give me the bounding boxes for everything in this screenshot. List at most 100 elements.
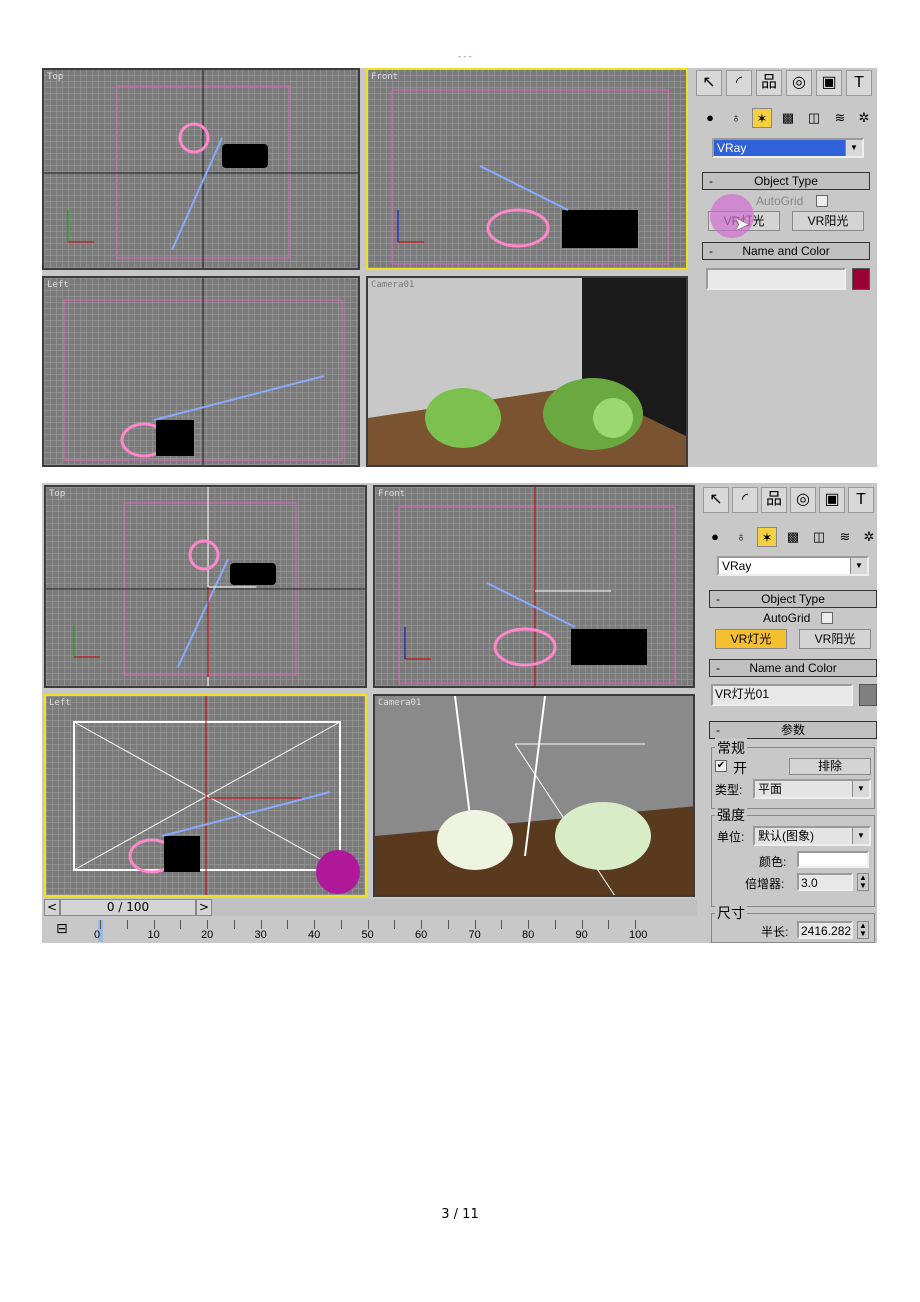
track-tick xyxy=(501,920,503,929)
motion-tab-icon[interactable]: ◎ xyxy=(786,70,812,96)
viewport-camera[interactable]: Camera01 xyxy=(366,276,688,467)
track-tick-label: 90 xyxy=(575,929,588,941)
track-tick-label: 50 xyxy=(361,929,374,941)
object-name-field[interactable]: VR灯光01 xyxy=(711,684,853,706)
key-mode-icon[interactable]: ⊟ xyxy=(56,921,68,937)
track-tick xyxy=(207,920,208,929)
motion-tab-icon[interactable]: ◎ xyxy=(790,487,816,513)
shapes-icon[interactable]: ♁ xyxy=(731,527,751,547)
lights-icon[interactable]: ✶ xyxy=(757,527,777,547)
display-tab-icon[interactable]: ▣ xyxy=(816,70,842,96)
exclude-button[interactable]: 排除 xyxy=(789,758,871,775)
time-slider-thumb[interactable]: 0 / 100 xyxy=(60,899,196,916)
autogrid-label: AutoGrid xyxy=(763,611,811,625)
viewport-left[interactable]: Left xyxy=(42,276,360,467)
track-bar[interactable]: ⊟ 0 10 20 30 40 50 60 70 80 90 100 xyxy=(44,918,697,943)
time-slider[interactable]: < 0 / 100 > xyxy=(44,899,697,916)
cameras-icon[interactable]: ▩ xyxy=(783,527,803,547)
color-swatch[interactable] xyxy=(859,684,877,706)
camera-render xyxy=(375,696,693,895)
autogrid-checkbox[interactable] xyxy=(816,195,828,207)
size-label: 尺寸 xyxy=(715,903,747,923)
page-number: 3 / 11 xyxy=(441,1207,479,1222)
light-color-swatch[interactable] xyxy=(797,851,869,868)
viewport-left[interactable]: Left xyxy=(44,694,367,897)
viewport-label: Top xyxy=(47,72,64,82)
viewport-label: Left xyxy=(49,698,71,708)
multiplier-field[interactable]: 3.0 xyxy=(797,873,853,891)
hierarchy-tab-icon[interactable]: 品 xyxy=(761,487,787,513)
track-tick-label: 70 xyxy=(468,929,481,941)
vr-sun-button[interactable]: VR阳光 xyxy=(792,211,864,231)
utilities-tab-icon[interactable]: T xyxy=(848,487,874,513)
screenshot-1: Top Front Left Camera01 ↖ ◜ 品 ◎ ▣ T ● ♁ … xyxy=(42,68,877,467)
renderer-dropdown[interactable]: VRay ▼ xyxy=(717,556,869,576)
prev-label: < xyxy=(46,900,58,914)
units-dropdown[interactable]: 默认(图象) ▼ xyxy=(753,826,871,846)
color-swatch[interactable] xyxy=(852,268,870,290)
utilities-tab-icon[interactable]: T xyxy=(846,70,872,96)
on-checkbox[interactable]: ✔ xyxy=(715,760,727,772)
lights-icon[interactable]: ✶ xyxy=(752,108,772,128)
left-view-scene xyxy=(63,278,343,465)
autogrid-checkbox[interactable] xyxy=(821,612,833,624)
object-type-rollout[interactable]: - Object Type xyxy=(709,590,877,608)
name-color-rollout[interactable]: - Name and Color xyxy=(709,659,877,677)
viewport-front[interactable]: Front xyxy=(366,68,688,270)
track-tick xyxy=(233,920,235,929)
shapes-icon[interactable]: ♁ xyxy=(726,108,746,128)
viewport-top[interactable]: Top xyxy=(44,485,367,688)
vr-light-button[interactable]: VR灯光 xyxy=(715,629,787,649)
viewport-top[interactable]: Top xyxy=(42,68,360,270)
rollout-title: Object Type xyxy=(754,174,818,188)
time-next-button[interactable]: > xyxy=(196,899,212,916)
chevron-down-icon[interactable]: ▼ xyxy=(850,558,867,574)
track-tick xyxy=(447,920,449,929)
command-panel: ↖ ◜ 品 ◎ ▣ T ● ♁ ✶ ▩ ◫ ≋ ✲ VRay ▼ - Object … xyxy=(694,68,877,467)
display-tab-icon[interactable]: ▣ xyxy=(819,487,845,513)
half-length-spinner[interactable]: ▲ ▼ xyxy=(857,921,869,939)
modify-tab-icon[interactable]: ◜ xyxy=(726,70,752,96)
units-value: 默认(图象) xyxy=(758,829,814,843)
top-view-scene xyxy=(44,70,358,268)
cameras-icon[interactable]: ▩ xyxy=(778,108,798,128)
type-dropdown[interactable]: 平面 ▼ xyxy=(753,779,871,799)
spacewarps-icon[interactable]: ≋ xyxy=(830,108,850,128)
rollout-title: Object Type xyxy=(761,592,825,606)
modify-tab-icon[interactable]: ◜ xyxy=(732,487,758,513)
track-tick xyxy=(367,920,369,929)
geometry-icon[interactable]: ● xyxy=(705,527,725,547)
name-color-rollout[interactable]: - Name and Color xyxy=(702,242,870,260)
vr-sun-button[interactable]: VR阳光 xyxy=(799,629,871,649)
object-type-rollout[interactable]: - Object Type xyxy=(702,172,870,190)
systems-icon[interactable]: ✲ xyxy=(854,108,874,128)
viewport-label: Top xyxy=(49,489,66,499)
geometry-icon[interactable]: ● xyxy=(700,108,720,128)
helpers-icon[interactable]: ◫ xyxy=(809,527,829,547)
spacewarps-icon[interactable]: ≋ xyxy=(835,527,855,547)
create-tab-icon[interactable]: ↖ xyxy=(703,487,729,513)
object-name-field[interactable] xyxy=(706,268,846,290)
viewport-camera[interactable]: Camera01 xyxy=(373,694,695,897)
track-tick xyxy=(608,920,610,929)
intensity-label: 强度 xyxy=(715,805,747,825)
renderer-dropdown[interactable]: VRay ▼ xyxy=(712,138,864,158)
multiplier-spinner[interactable]: ▲ ▼ xyxy=(857,873,869,891)
track-tick xyxy=(100,920,101,929)
time-prev-button[interactable]: < xyxy=(44,899,60,916)
half-length-field[interactable]: 2416.282 xyxy=(797,921,853,939)
track-tick-label: 60 xyxy=(415,929,428,941)
create-tab-icon[interactable]: ↖ xyxy=(696,70,722,96)
autogrid-label: AutoGrid xyxy=(756,194,804,208)
viewport-front[interactable]: Front xyxy=(373,485,695,688)
viewport-label: Left xyxy=(47,280,69,290)
chevron-down-icon[interactable]: ▼ xyxy=(852,781,869,797)
track-tick xyxy=(180,920,182,929)
chevron-down-icon[interactable]: ▼ xyxy=(852,828,869,844)
chevron-down-icon[interactable]: ▼ xyxy=(845,140,862,156)
hierarchy-tab-icon[interactable]: 品 xyxy=(756,70,782,96)
parameters-rollout[interactable]: - 参数 xyxy=(709,721,877,739)
helpers-icon[interactable]: ◫ xyxy=(804,108,824,128)
systems-icon[interactable]: ✲ xyxy=(859,527,879,547)
button-label: VR灯光 xyxy=(730,632,772,646)
